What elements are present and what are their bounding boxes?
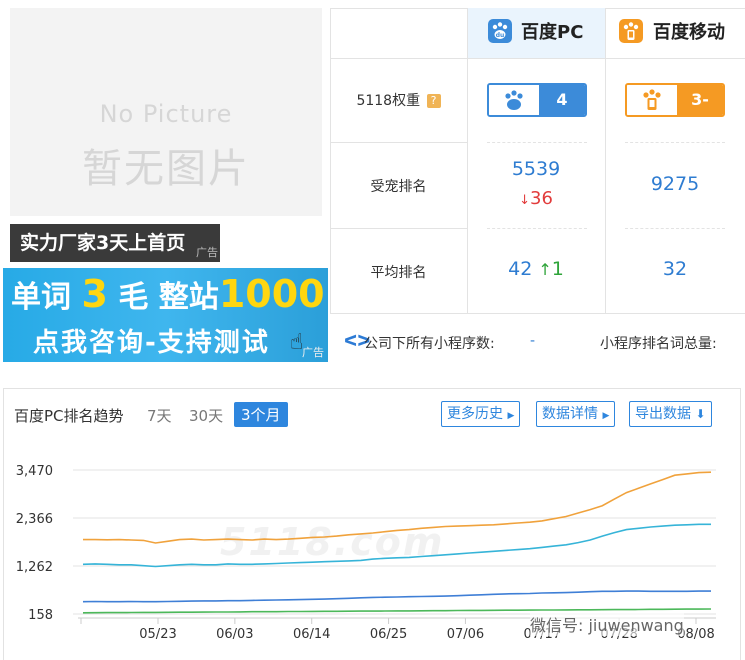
divider [330,142,467,143]
ad-tag: 广告 [302,346,324,359]
ad-tag: 广告 [196,246,218,259]
x-tick-label: 06/25 [370,627,407,642]
data-detail-button[interactable]: 数据详情 ▶ [536,401,616,427]
divider [330,58,745,59]
mini-program-bar: ᐸᐳ 公司下所有小程序数: - 小程序排名词总量: [330,325,745,357]
no-picture-text-cn: 暂无图片 [82,146,250,192]
mobile-avg-rank[interactable]: 32 [605,258,745,280]
row-label-weight: 5118权重 ? [330,90,467,110]
trend-title: 百度PC排名趋势 [14,407,124,425]
baidu-paw-icon [505,90,523,110]
range-30d[interactable]: 30天 [189,405,223,426]
svg-text:du: du [496,32,505,39]
pc-weight-value: 4 [539,85,585,115]
baidu-paw-icon: du [488,19,512,43]
row-label-avg: 平均排名 [370,265,427,281]
divider [625,228,725,229]
y-tick-label: 2,366 [16,512,53,527]
caret-right-icon: ▶ [602,411,610,421]
baidu-mobile-icon [619,19,643,43]
y-tick-label: 3,470 [16,464,53,479]
x-tick-label: 05/23 [139,627,176,642]
caret-right-icon: ▶ [507,411,515,421]
x-tick-label: 06/14 [293,627,330,642]
col-baidu-pc: 百度PC [521,22,584,43]
mobile-weight-value: 3- [677,85,723,115]
row-label-fav: 受宠排名 [370,179,427,195]
pc-fav-change: ↓36 [519,188,553,209]
mobile-fav-rank[interactable]: 9275 [605,173,745,195]
more-history-button[interactable]: 更多历史 ▶ [441,401,521,427]
y-tick-label: 1,262 [16,560,53,575]
range-7d[interactable]: 7天 [147,405,172,426]
range-3m[interactable]: 3个月 [234,402,288,427]
col-baidu-mobile: 百度移动 [653,22,725,43]
x-tick-label: 06/03 [216,627,253,642]
export-data-button[interactable]: 导出数据 ⬇ [629,401,712,427]
page-root: No Picture 暂无图片 实力厂家3天上首页 广告 单词 3 毛 整站10… [0,0,745,660]
help-icon[interactable]: ? [426,94,441,108]
wechat-watermark: 微信号: jiuwenwang [530,612,684,636]
pc-fav-rank[interactable]: 5539 [467,158,605,180]
divider [487,228,587,229]
ad-banner-blue[interactable]: 单词 3 毛 整站1000 点我咨询-支持测试 广告 [3,268,328,362]
mini-count-value[interactable]: - [530,333,535,349]
ad-banner-headline: 单词 3 毛 整站1000 [11,272,325,316]
hand-cursor-icon: ☝ [290,330,304,355]
divider [487,142,587,143]
x-tick-label: 07/06 [447,627,484,642]
mini-count-label: 公司下所有小程序数: [364,336,495,352]
baidu-mobile-icon [643,89,661,110]
no-picture-placeholder: No Picture 暂无图片 [10,8,322,216]
download-icon: ⬇ [695,407,706,421]
divider [330,313,745,314]
divider [625,142,725,143]
y-tick-label: 158 [28,608,53,623]
series-line-3 [82,590,711,603]
pc-avg-rank[interactable]: 42 ↑1 [467,258,605,280]
mini-rank-label: 小程序排名词总量: [600,336,717,352]
no-picture-text: No Picture [99,100,233,128]
mobile-weight-badge: 3- [625,83,725,117]
pc-weight-badge: 4 [487,83,587,117]
ad-banner-subline: 点我咨询-支持测试 [33,328,270,358]
divider [330,228,467,229]
ad-banner-dark[interactable]: 实力厂家3天上首页 [10,224,220,262]
